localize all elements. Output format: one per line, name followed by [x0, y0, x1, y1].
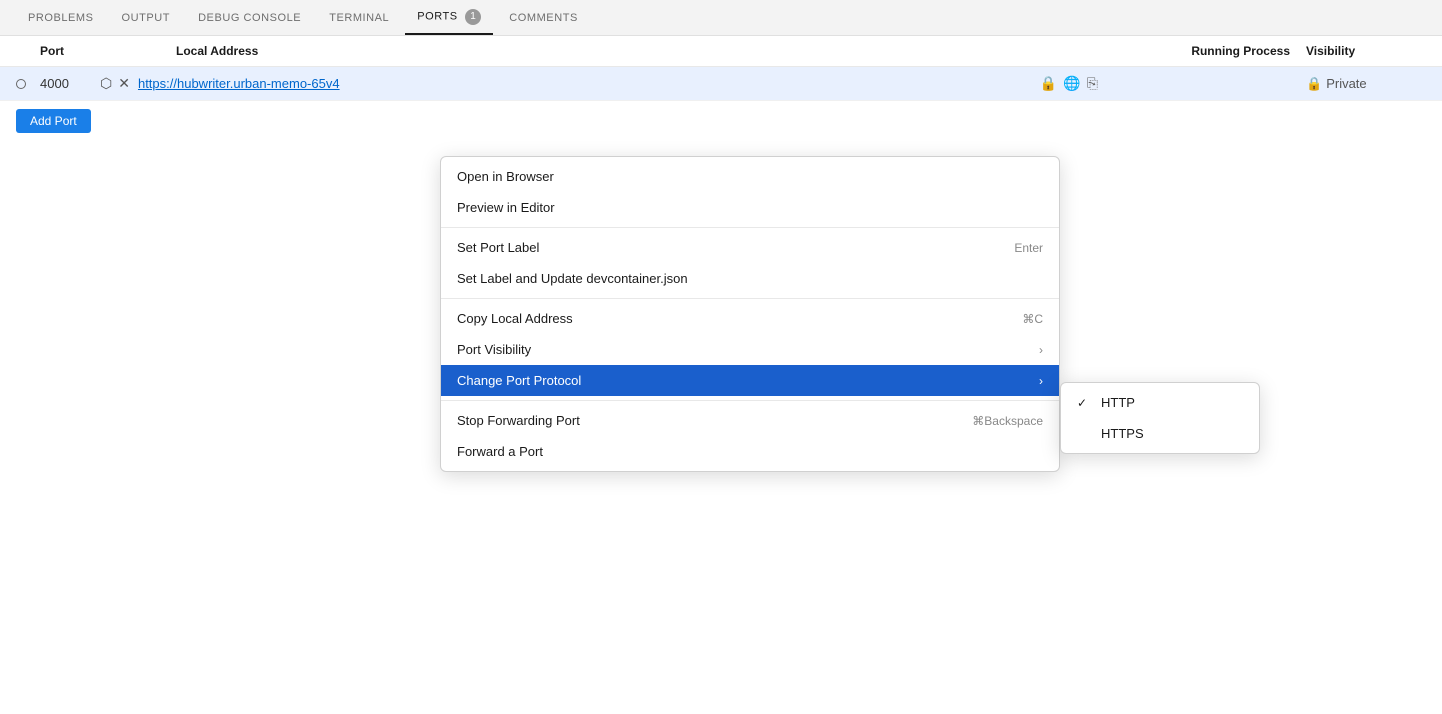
submenu-http[interactable]: ✓ HTTP — [1061, 387, 1259, 418]
tab-bar: PROBLEMS OUTPUT DEBUG CONSOLE TERMINAL P… — [0, 0, 1442, 36]
globe-icon[interactable]: 🌐 — [1063, 75, 1080, 92]
tab-ports[interactable]: PORTS 1 — [405, 1, 493, 35]
submenu-https[interactable]: HTTPS — [1061, 418, 1259, 449]
port-row: 4000 ⬡ ✕ https://hubwriter.urban-memo-65… — [0, 67, 1442, 101]
port-status-circle — [16, 79, 26, 89]
chevron-right-icon: › — [1039, 343, 1043, 357]
menu-port-visibility[interactable]: Port Visibility › — [441, 334, 1059, 365]
tag-icon[interactable]: ⬡ — [100, 75, 112, 92]
tab-problems[interactable]: PROBLEMS — [16, 4, 106, 32]
check-icon: ✓ — [1077, 396, 1093, 410]
col-header-address: Local Address — [176, 44, 1106, 58]
menu-stop-forwarding[interactable]: Stop Forwarding Port ⌘Backspace — [441, 405, 1059, 436]
col-header-visibility: Visibility — [1306, 44, 1426, 58]
ports-badge: 1 — [465, 9, 481, 25]
menu-divider-2 — [441, 298, 1059, 299]
port-icons: 🔒 🌐 ⎘ — [1040, 75, 1098, 92]
tab-debug-console[interactable]: DEBUG CONSOLE — [186, 4, 313, 32]
lock-icon[interactable]: 🔒 — [1040, 75, 1057, 92]
context-menu: Open in Browser Preview in Editor Set Po… — [440, 156, 1060, 472]
visibility-value: 🔒 Private — [1306, 76, 1426, 92]
ports-panel: Port Local Address Running Process Visib… — [0, 36, 1442, 714]
port-number: 4000 — [40, 76, 100, 91]
port-actions: ⬡ ✕ — [100, 75, 130, 92]
column-headers: Port Local Address Running Process Visib… — [0, 36, 1442, 67]
tab-comments[interactable]: COMMENTS — [497, 4, 590, 32]
chevron-right-icon-active: › — [1039, 374, 1043, 388]
col-header-port: Port — [16, 44, 176, 58]
add-port-row: Add Port — [0, 101, 1442, 141]
copy-icon[interactable]: ⎘ — [1087, 75, 1098, 92]
menu-divider-3 — [441, 400, 1059, 401]
menu-set-label-update[interactable]: Set Label and Update devcontainer.json — [441, 263, 1059, 294]
menu-preview-editor[interactable]: Preview in Editor — [441, 192, 1059, 223]
add-port-button[interactable]: Add Port — [16, 109, 91, 133]
menu-open-browser[interactable]: Open in Browser — [441, 161, 1059, 192]
menu-divider-1 — [441, 227, 1059, 228]
tab-output[interactable]: OUTPUT — [110, 4, 183, 32]
menu-change-port-protocol[interactable]: Change Port Protocol › — [441, 365, 1059, 396]
close-icon[interactable]: ✕ — [118, 75, 130, 92]
menu-copy-local-address[interactable]: Copy Local Address ⌘C — [441, 303, 1059, 334]
tab-terminal[interactable]: TERMINAL — [317, 4, 401, 32]
submenu-protocol: ✓ HTTP HTTPS — [1060, 382, 1260, 454]
menu-forward-port[interactable]: Forward a Port — [441, 436, 1059, 467]
col-header-running: Running Process — [1106, 44, 1306, 58]
port-address[interactable]: https://hubwriter.urban-memo-65v4 — [138, 76, 1040, 91]
lock-small-icon: 🔒 — [1306, 76, 1322, 92]
menu-set-port-label[interactable]: Set Port Label Enter — [441, 232, 1059, 263]
